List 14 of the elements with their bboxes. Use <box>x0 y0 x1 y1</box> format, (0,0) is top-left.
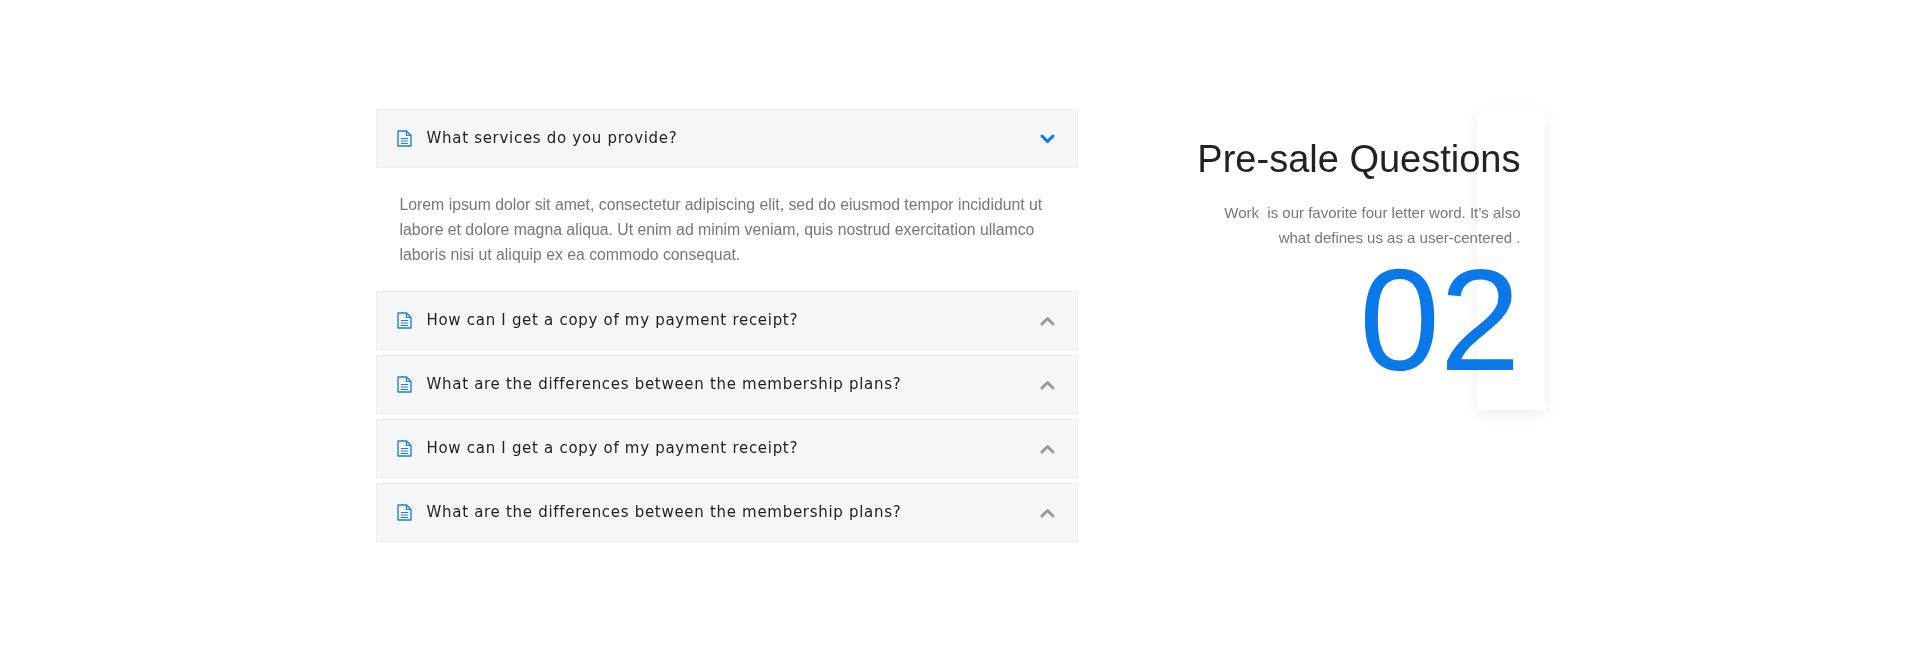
document-icon <box>396 312 412 329</box>
accordion-header[interactable]: What services do you provide? <box>375 109 1078 168</box>
accordion-header[interactable]: How can I get a copy of my payment receipt? <box>375 419 1078 478</box>
accordion-header[interactable]: What are the differences between the membership plans? <box>375 483 1078 542</box>
document-icon <box>396 440 412 457</box>
document-icon <box>396 130 412 147</box>
accordion-header[interactable]: What are the differences between the membership plans? <box>375 355 1078 414</box>
section-number: 02 <box>1359 262 1521 378</box>
accordion-header[interactable]: How can I get a copy of my payment receipt? <box>375 291 1078 350</box>
document-icon <box>396 504 412 521</box>
answer-text: Lorem ipsum dolor sit amet, consectetur adipiscing elit, sed do eiusmod tempor incididunt ut labore et dolore magna aliqua. Ut enim ad minim veniam, quis nostrud exercitation ullamco laboris nisi ut aliquip ex ea commodo consequat. <box>399 195 1044 265</box>
document-icon <box>396 376 412 393</box>
section-description: Work is our favorite four letter word. It’s also what defines us as a user-centered . <box>1223 203 1521 248</box>
section-title: Pre-sale Questions <box>1197 140 1521 178</box>
